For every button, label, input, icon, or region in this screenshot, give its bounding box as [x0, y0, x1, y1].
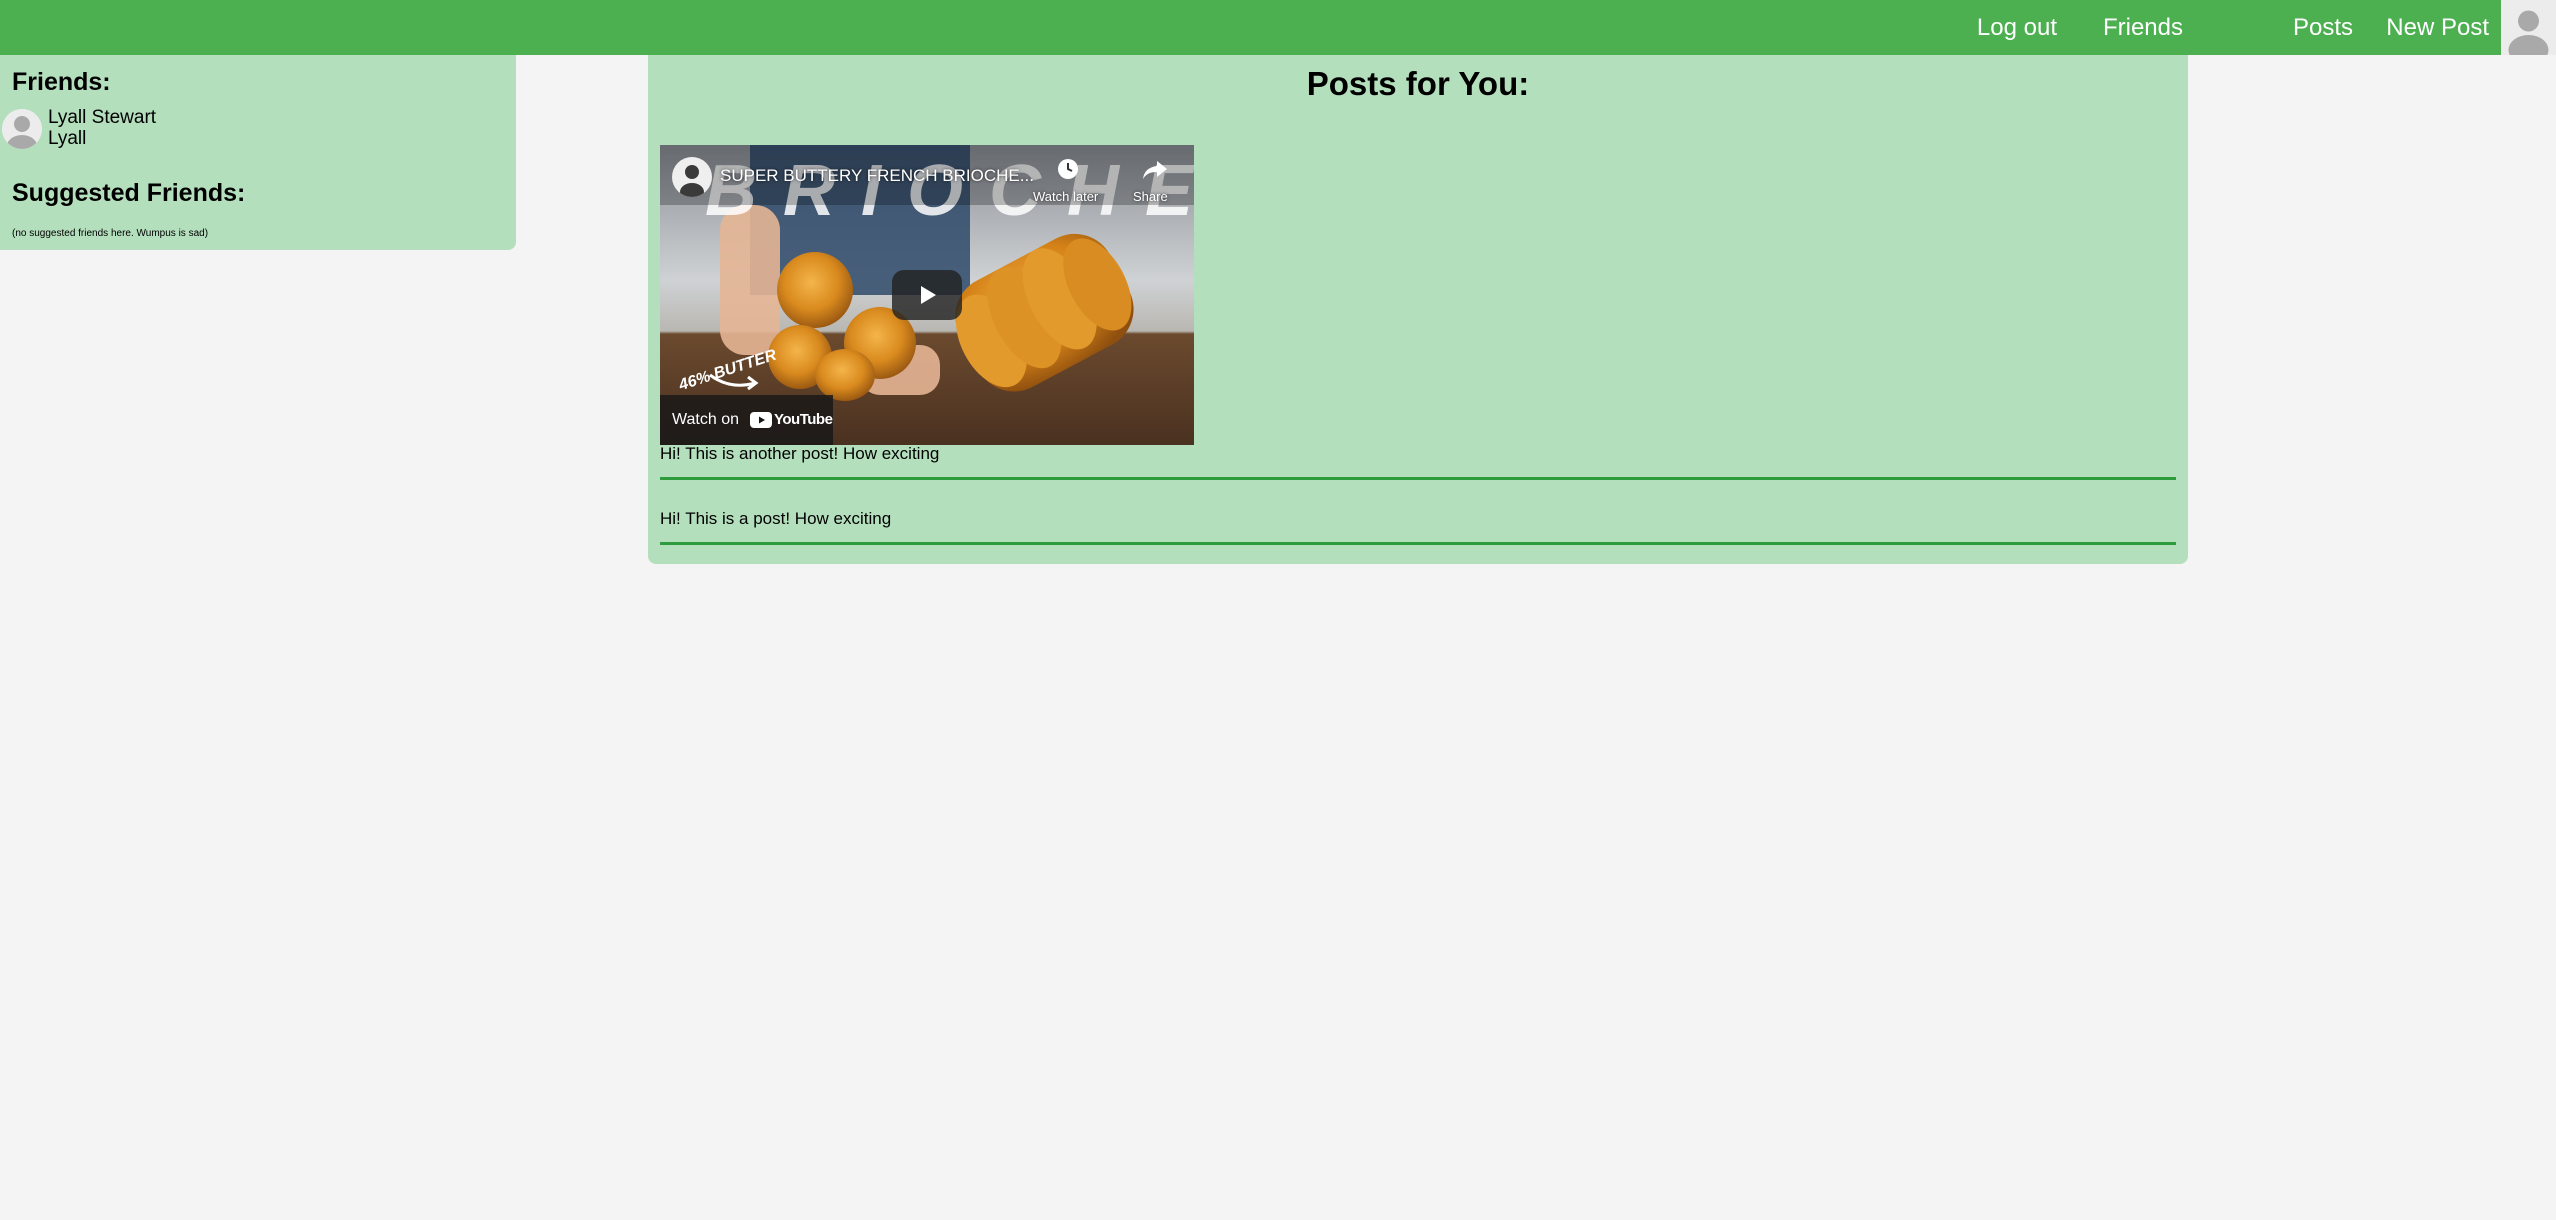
- youtube-video-embed[interactable]: BRIOCHE 46% BUTTER SUPER BUTTERY FRENCH …: [660, 145, 1194, 445]
- post-text: Hi! This is another post! How exciting: [660, 444, 940, 463]
- watch-later-label: Watch later: [1033, 189, 1099, 204]
- logout-link[interactable]: Log out: [1977, 0, 2057, 55]
- watch-on-label: Watch on: [672, 411, 739, 428]
- user-avatar-icon[interactable]: [2501, 0, 2556, 55]
- play-icon: [921, 286, 936, 304]
- channel-avatar-icon[interactable]: [672, 157, 712, 197]
- video-title[interactable]: SUPER BUTTERY FRENCH BRIOCHE...: [720, 166, 1034, 186]
- suggested-friends-heading: Suggested Friends:: [12, 179, 246, 207]
- youtube-logo-icon: [750, 412, 772, 428]
- top-navbar: Log out Friends Posts New Post: [0, 0, 2556, 55]
- page-title: Posts for You:: [1306, 65, 1530, 102]
- post-divider: [660, 542, 2176, 545]
- post-text: Hi! This is a post! How exciting: [660, 509, 892, 528]
- share-arrow-icon: [1143, 161, 1167, 179]
- youtube-brand-label: YouTube: [774, 411, 833, 428]
- post-divider: [660, 477, 2176, 480]
- play-button[interactable]: [892, 270, 962, 320]
- no-suggested-friends-text: (no suggested friends here. Wumpus is sa…: [12, 228, 209, 239]
- posts-link[interactable]: Posts: [2293, 0, 2353, 55]
- friends-link[interactable]: Friends: [2103, 0, 2183, 55]
- user-avatar-icon: [2, 109, 42, 149]
- friend-username: Lyall: [48, 128, 87, 149]
- share-label: Share: [1133, 189, 1168, 204]
- friends-sidebar: Friends: Lyall Stewart Lyall Suggested F…: [0, 55, 516, 250]
- friend-item[interactable]: Lyall Stewart Lyall: [2, 107, 302, 149]
- watch-on-youtube-button[interactable]: Watch on YouTube: [660, 395, 833, 445]
- friends-heading: Friends:: [12, 68, 111, 96]
- new-post-link[interactable]: New Post: [2386, 0, 2489, 55]
- clock-icon: [1058, 159, 1078, 179]
- posts-panel: Posts for You: BRIOCHE 46% BUTTER SUPER …: [648, 55, 2188, 564]
- friend-name: Lyall Stewart: [48, 107, 157, 128]
